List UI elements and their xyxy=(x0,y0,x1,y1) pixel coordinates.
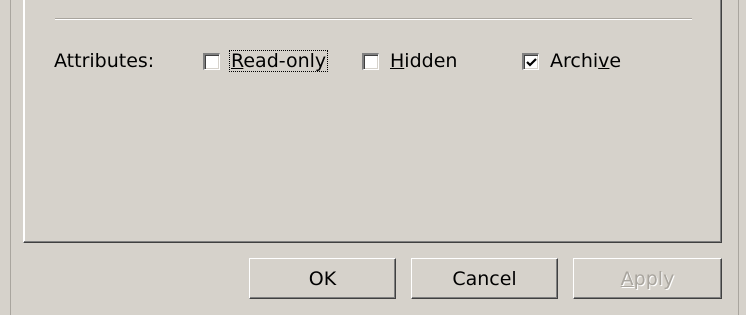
hidden-mnemonic: H xyxy=(390,50,405,72)
dialog-right-edge xyxy=(738,0,739,315)
section-separator xyxy=(55,18,692,20)
checkmark-icon xyxy=(526,57,537,67)
hidden-label-rest: idden xyxy=(404,50,458,72)
read-only-checkbox-box[interactable] xyxy=(203,52,220,70)
archive-label-start: Archi xyxy=(550,50,599,72)
dialog-left-edge xyxy=(10,0,11,315)
archive-label-end: e xyxy=(609,50,622,72)
general-tab-page: Attributes: Read-only Hidden Archive xyxy=(23,0,722,243)
cancel-button[interactable]: Cancel xyxy=(411,258,558,299)
file-properties-dialog: Attributes: Read-only Hidden Archive OK … xyxy=(0,0,746,315)
hidden-checkbox-box[interactable] xyxy=(362,52,379,70)
apply-button[interactable]: Apply xyxy=(573,258,722,299)
hidden-label[interactable]: Hidden xyxy=(388,50,459,72)
read-only-mnemonic: R xyxy=(231,50,244,72)
apply-label-rest: pply xyxy=(633,267,675,290)
archive-checkbox[interactable]: Archive xyxy=(522,50,623,72)
apply-mnemonic: A xyxy=(620,267,634,290)
attributes-label: Attributes: xyxy=(54,50,155,72)
archive-mnemonic: v xyxy=(598,50,610,72)
ok-button[interactable]: OK xyxy=(249,258,396,299)
archive-label[interactable]: Archive xyxy=(548,50,623,72)
read-only-label[interactable]: Read-only xyxy=(229,50,329,72)
read-only-label-rest: ead-only xyxy=(243,50,327,72)
hidden-checkbox[interactable]: Hidden xyxy=(362,50,459,72)
archive-checkbox-box[interactable] xyxy=(522,52,539,70)
read-only-checkbox[interactable]: Read-only xyxy=(203,50,329,72)
